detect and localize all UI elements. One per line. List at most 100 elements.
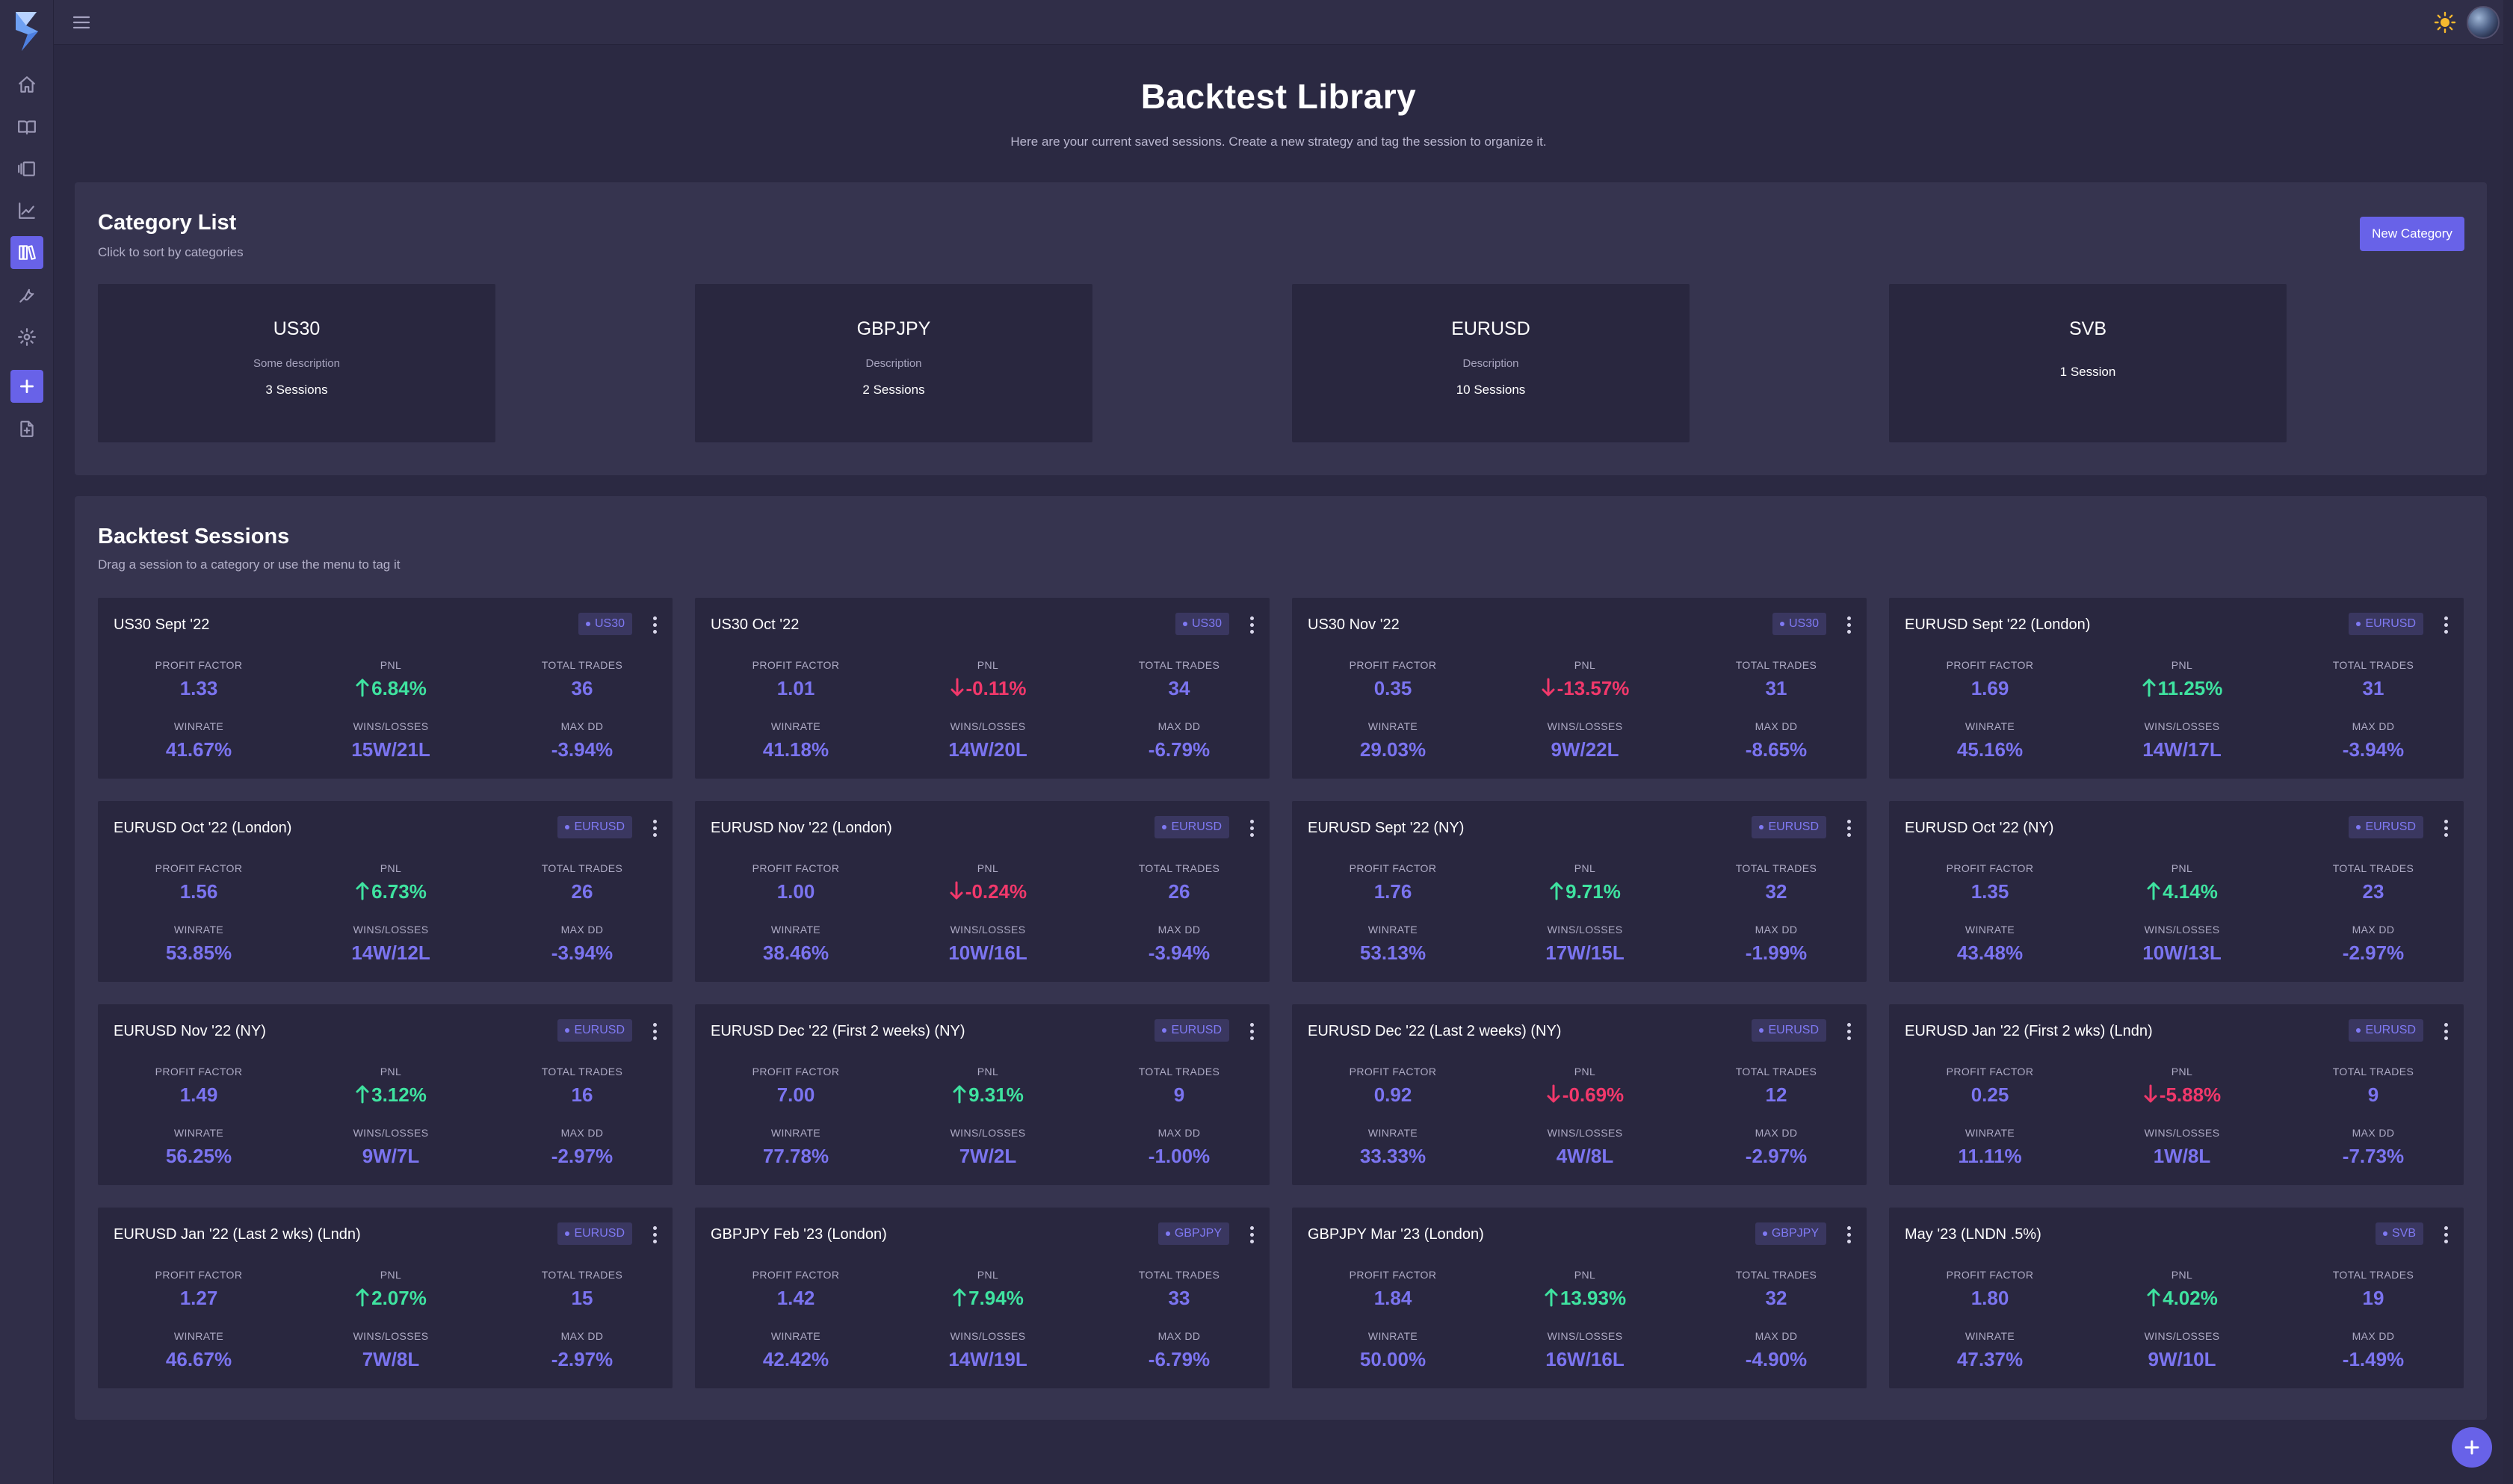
stat-value: 31 (1765, 677, 1787, 699)
stat-value: 9 (2367, 1083, 2379, 1106)
stat-total-trades: TOTAL TRADES 26 (500, 862, 664, 903)
kebab-menu-icon[interactable] (1246, 614, 1258, 635)
scrollbar[interactable] (2503, 0, 2513, 1484)
kebab-menu-icon[interactable] (1843, 1021, 1855, 1042)
sidebar-add-button[interactable] (10, 370, 43, 403)
category-list-subtitle: Click to sort by categories (98, 245, 244, 259)
sidebar-item-settings[interactable] (10, 321, 43, 353)
session-tag[interactable]: US30 (578, 613, 632, 635)
kebab-menu-icon[interactable] (1246, 1224, 1258, 1245)
kebab-menu-icon[interactable] (1246, 817, 1258, 838)
stat-value: -0.69% (1503, 1083, 1667, 1107)
session-tag[interactable]: EURUSD (1155, 816, 1229, 838)
backtest-sessions-panel: Backtest Sessions Drag a session to a ca… (75, 496, 2487, 1420)
session-tag[interactable]: EURUSD (2349, 1019, 2423, 1042)
category-card[interactable]: US30 Some description 3 Sessions (98, 284, 495, 442)
session-tag[interactable]: EURUSD (1752, 1019, 1826, 1042)
stat-label: WINRATE (173, 1330, 224, 1342)
session-tag[interactable]: EURUSD (557, 1222, 632, 1245)
session-card[interactable]: EURUSD Sept '22 (London) EURUSD PROFIT FAC… (1889, 598, 2464, 779)
session-tag[interactable]: EURUSD (2349, 816, 2423, 838)
sidebar-item-home[interactable] (10, 68, 43, 101)
kebab-menu-icon[interactable] (1246, 1021, 1258, 1042)
stat-label: TOTAL TRADES (1138, 659, 1220, 671)
session-tag[interactable]: EURUSD (557, 1019, 632, 1042)
session-card[interactable]: US30 Nov '22 US30 PROFIT FACTOR 0.35 PNL -13.… (1292, 598, 1867, 779)
kebab-menu-icon[interactable] (649, 1021, 661, 1042)
session-card[interactable]: May '23 (LNDN .5%) SVB PROFIT FACTOR 1.80 PN… (1889, 1208, 2464, 1388)
session-tag[interactable]: SVB (2375, 1222, 2423, 1245)
user-avatar[interactable] (2467, 6, 2500, 39)
new-category-button[interactable]: New Category (2360, 217, 2464, 251)
kebab-menu-icon[interactable] (1843, 1224, 1855, 1245)
session-card[interactable]: EURUSD Sept '22 (NY) EURUSD PROFIT FACTOR 1… (1292, 801, 1867, 982)
session-card[interactable]: US30 Sept '22 US30 PROFIT FACTOR 1.33 PNL 6.8… (98, 598, 673, 779)
stat-label: WINRATE (173, 720, 224, 732)
stat-value: 3.12% (309, 1083, 473, 1107)
stat-total-trades: TOTAL TRADES 36 (500, 659, 664, 700)
kebab-menu-icon[interactable] (649, 614, 661, 635)
stat-label: PROFIT FACTOR (1349, 862, 1437, 874)
category-card[interactable]: GBPJPY Description 2 Sessions (695, 284, 1092, 442)
session-card[interactable]: EURUSD Dec '22 (First 2 weeks) (NY) EURUS… (695, 1004, 1270, 1185)
sidebar-item-tools[interactable] (10, 278, 43, 311)
session-card[interactable]: EURUSD Oct '22 (London) EURUSD PROFIT FACT… (98, 801, 673, 982)
session-tag[interactable]: GBPJPY (1157, 1222, 1229, 1245)
session-card[interactable]: US30 Oct '22 US30 PROFIT FACTOR 1.01 PNL -0.1… (695, 598, 1270, 779)
sidebar-item-analytics[interactable] (10, 194, 43, 227)
session-tag[interactable]: EURUSD (1752, 816, 1826, 838)
stat-max-dd: MAX DD -1.00% (1097, 1127, 1261, 1168)
session-tag[interactable]: GBPJPY (1755, 1222, 1826, 1245)
kebab-menu-icon[interactable] (2440, 1224, 2452, 1245)
menu-toggle-icon[interactable] (70, 11, 93, 34)
sidebar-item-import[interactable] (10, 412, 43, 445)
session-card[interactable]: EURUSD Dec '22 (Last 2 weeks) (NY) EURUSD… (1292, 1004, 1867, 1185)
add-session-fab[interactable] (2452, 1427, 2492, 1468)
stat-label: TOTAL TRADES (1735, 862, 1817, 874)
session-card[interactable]: EURUSD Nov '22 (NY) EURUSD PROFIT FACTOR 1.… (98, 1004, 673, 1185)
app-logo[interactable] (11, 9, 43, 54)
session-tag[interactable]: US30 (1772, 613, 1826, 635)
kebab-menu-icon[interactable] (2440, 614, 2452, 635)
stat-max-dd: MAX DD -2.97% (500, 1127, 664, 1168)
stat-label: MAX DD (560, 924, 604, 936)
category-card[interactable]: SVB 1 Session (1889, 284, 2287, 442)
kebab-menu-icon[interactable] (649, 1224, 661, 1245)
pnl-value: -0.69% (1562, 1083, 1625, 1106)
stat-total-trades: TOTAL TRADES 33 (1097, 1269, 1261, 1310)
session-card[interactable]: GBPJPY Feb '23 (London) GBPJPY PROFIT FACT… (695, 1208, 1270, 1388)
session-tag-label: EURUSD (2365, 617, 2416, 630)
stat-max-dd: MAX DD -3.94% (1097, 924, 1261, 965)
stat-label: PNL (1574, 1269, 1596, 1281)
session-title: EURUSD Nov '22 (NY) (114, 1023, 266, 1039)
sidebar-item-library[interactable] (10, 236, 43, 269)
backtest-sessions-subtitle: Drag a session to a category or use the … (98, 557, 401, 572)
session-tag[interactable]: US30 (1175, 613, 1229, 635)
stat-total-trades: TOTAL TRADES 34 (1097, 659, 1261, 700)
session-tag[interactable]: EURUSD (1155, 1019, 1229, 1042)
kebab-menu-icon[interactable] (649, 817, 661, 838)
stat-value: 45.16% (1956, 738, 2024, 761)
stat-value: 10W/16L (948, 942, 1027, 964)
kebab-menu-icon[interactable] (2440, 1021, 2452, 1042)
stat-label: PROFIT FACTOR (752, 1269, 840, 1281)
session-card[interactable]: EURUSD Jan '22 (Last 2 wks) (Lndn) EURUSD… (98, 1208, 673, 1388)
stat-value: 1.56 (179, 880, 218, 903)
pnl-value: 9.31% (968, 1083, 1024, 1106)
session-card[interactable]: GBPJPY Mar '23 (London) GBPJPY PROFIT FACT… (1292, 1208, 1867, 1388)
session-card[interactable]: EURUSD Nov '22 (London) EURUSD PROFIT FACT… (695, 801, 1270, 982)
stat-value: 11.11% (1958, 1145, 2022, 1167)
kebab-menu-icon[interactable] (1843, 817, 1855, 838)
sun-icon[interactable] (2433, 10, 2457, 34)
sidebar-item-journal[interactable] (10, 111, 43, 143)
stat-value: 1.42 (776, 1287, 815, 1309)
category-card[interactable]: EURUSD Description 10 Sessions (1292, 284, 1690, 442)
session-tag[interactable]: EURUSD (557, 816, 632, 838)
session-card[interactable]: EURUSD Jan '22 (First 2 wks) (Lndn) EURUS… (1889, 1004, 2464, 1185)
kebab-menu-icon[interactable] (1843, 614, 1855, 635)
stat-max-dd: MAX DD -6.79% (1097, 720, 1261, 761)
sidebar-item-sessions[interactable] (10, 152, 43, 185)
session-card[interactable]: EURUSD Oct '22 (NY) EURUSD PROFIT FACTOR 1.… (1889, 801, 2464, 982)
kebab-menu-icon[interactable] (2440, 817, 2452, 838)
session-tag[interactable]: EURUSD (2349, 613, 2423, 635)
